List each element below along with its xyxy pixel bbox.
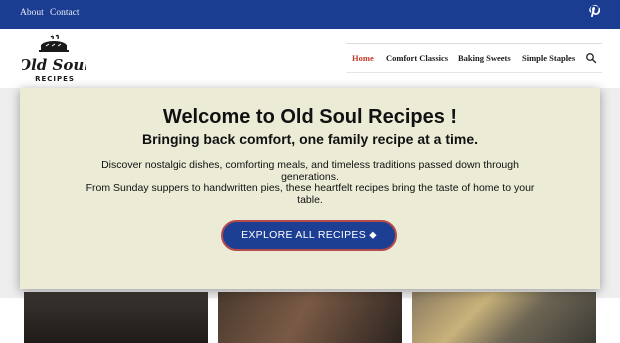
pie-icon: Old Soul RECIPES (18, 34, 90, 83)
hero-banner: Welcome to Old Soul Recipes ! Bringing b… (20, 88, 600, 289)
main-nav: Home Comfort Classics Baking Sweets Simp… (346, 43, 602, 73)
nav-item-simple-staples[interactable]: Simple Staples (522, 53, 575, 63)
nav-item-baking-sweets[interactable]: Baking Sweets (458, 53, 511, 63)
nav-item-comfort-classics[interactable]: Comfort Classics (386, 53, 448, 63)
top-bar: About Contact (0, 0, 620, 29)
recipe-card-image-3[interactable] (412, 292, 596, 343)
explore-recipes-button[interactable]: EXPLORE ALL RECIPES ⬥ (221, 220, 397, 251)
recipe-card-image-1[interactable] (24, 292, 208, 343)
hero-subtitle: Bringing back comfort, one family recipe… (141, 131, 479, 147)
logo-line2: RECIPES (35, 75, 75, 83)
site-logo[interactable]: Old Soul RECIPES (18, 34, 90, 84)
about-link[interactable]: About (20, 8, 44, 18)
recipe-card-image-2[interactable] (218, 292, 402, 343)
pinterest-icon[interactable] (588, 5, 600, 17)
search-icon[interactable] (585, 52, 597, 64)
hero-title: Welcome to Old Soul Recipes ! (162, 106, 458, 128)
nav-item-home[interactable]: Home (352, 53, 374, 63)
hero-paragraph-2: From Sunday suppers to handwritten pies,… (85, 182, 535, 206)
logo-line1: Old Soul (22, 56, 86, 74)
hero-paragraph-1: Discover nostalgic dishes, comforting me… (101, 159, 519, 183)
contact-link[interactable]: Contact (50, 8, 80, 18)
